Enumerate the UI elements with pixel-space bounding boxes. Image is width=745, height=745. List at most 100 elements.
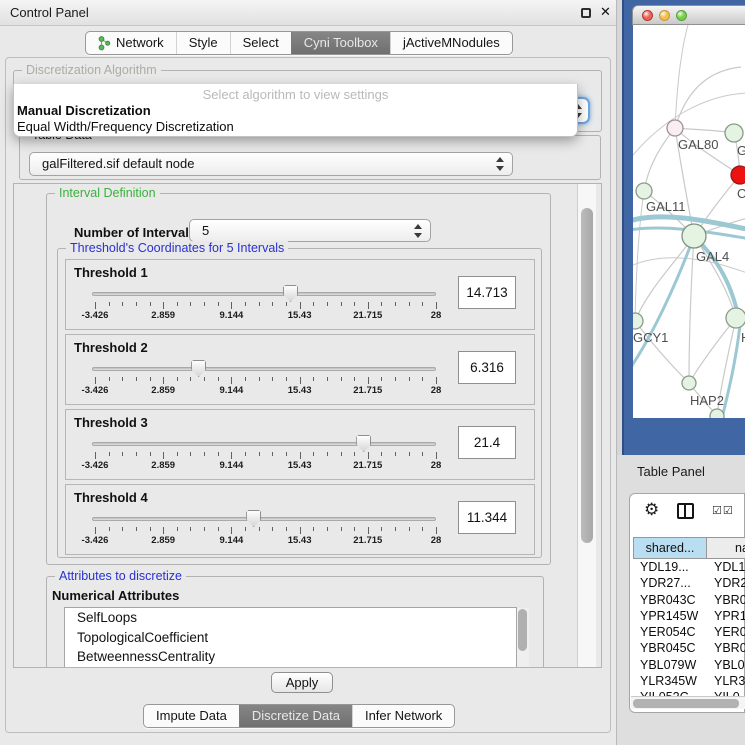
slider-thumb[interactable] [246, 510, 261, 527]
apply-button[interactable]: Apply [271, 672, 333, 693]
table-horizontal-scrollbar[interactable] [631, 696, 745, 709]
threshold-value-field[interactable]: 6.316 [458, 351, 516, 384]
network-view-window: GAL80GACGAL11GAL4HGCY1HAP2 [622, 0, 745, 457]
node[interactable] [726, 308, 745, 328]
table-row[interactable]: YPR145WYPR1 [633, 609, 745, 625]
group-title: Interval Definition [55, 186, 160, 201]
popup-item-equal-width-frequency[interactable]: Equal Width/Frequency Discretization [14, 119, 577, 135]
scrollbar-thumb[interactable] [518, 609, 527, 651]
minor-tick [272, 527, 273, 531]
minor-tick [286, 452, 287, 456]
tick-label: 9.144 [220, 535, 244, 546]
column-header-shared-name[interactable]: shared... [633, 537, 707, 559]
scrollbar-thumb[interactable] [581, 208, 593, 543]
close-icon[interactable]: ✕ [600, 4, 611, 20]
slider-track[interactable] [92, 292, 436, 296]
tick-label: 15.43 [288, 535, 312, 546]
major-tick [368, 527, 369, 534]
tab-jactivemnodules[interactable]: jActiveMNodules [390, 32, 512, 54]
major-tick [231, 527, 232, 534]
network-window-titlebar [632, 5, 745, 25]
slider-thumb[interactable] [191, 360, 206, 377]
table-row[interactable]: YDR27...YDR2 [633, 576, 745, 592]
control-panel: Control Panel ✕ Network Style Select Cyn… [0, 0, 617, 745]
cell-name: YER0 [714, 625, 745, 639]
network-edge[interactable] [635, 191, 644, 321]
network-edge[interactable] [675, 67, 741, 128]
threshold-value-field[interactable]: 11.344 [458, 501, 516, 534]
minor-tick [190, 302, 191, 306]
cell-name: YPR1 [714, 609, 745, 623]
close-traffic-light-icon[interactable] [642, 10, 653, 21]
table-row[interactable]: YER054CYER0 [633, 625, 745, 641]
split-column-icon[interactable] [677, 503, 694, 519]
network-edge[interactable] [633, 236, 694, 370]
slider-track[interactable] [92, 442, 436, 446]
tab-label: Cyni Toolbox [304, 32, 378, 54]
gcy1-node[interactable] [633, 313, 643, 329]
float-window-icon[interactable] [581, 8, 591, 18]
list-scrollbar[interactable] [517, 608, 529, 668]
popup-item-manual-discretization[interactable]: Manual Discretization [14, 103, 577, 119]
minor-tick [259, 302, 260, 306]
table-row[interactable]: YBL079WYBL0 [633, 658, 745, 674]
tick-label: -3.426 [82, 535, 109, 546]
scrollbar-thumb[interactable] [633, 699, 739, 708]
node-label: GCY1 [633, 330, 668, 345]
tab-impute-data[interactable]: Impute Data [144, 705, 239, 727]
slider-thumb[interactable] [283, 285, 298, 302]
tab-style[interactable]: Style [176, 32, 230, 54]
major-tick [300, 527, 301, 534]
gear-icon[interactable]: ⚙ [644, 500, 659, 520]
table-data-combo[interactable]: galFiltered.sif default node [29, 152, 513, 176]
cell-name: YBR0 [714, 593, 745, 607]
tab-infer-network[interactable]: Infer Network [352, 705, 454, 727]
zoom-traffic-light-icon[interactable] [676, 10, 687, 21]
minor-tick [190, 452, 191, 456]
number-of-intervals-combo[interactable]: 5 [189, 219, 431, 242]
node[interactable] [710, 409, 724, 418]
gal4-node[interactable] [682, 224, 706, 248]
cell-name: YBL0 [714, 658, 745, 672]
tab-label: Discretize Data [252, 705, 340, 727]
tab-select[interactable]: Select [230, 32, 291, 54]
minor-tick [122, 527, 123, 531]
tab-network[interactable]: Network [86, 32, 176, 54]
network-edge[interactable] [689, 236, 694, 383]
slider-track[interactable] [92, 367, 436, 371]
table-row[interactable]: YLR345WYLR3 [633, 674, 745, 690]
slider-track[interactable] [92, 517, 436, 521]
checkbox-icons[interactable]: ☑☑ [712, 504, 734, 517]
minimize-traffic-light-icon[interactable] [659, 10, 670, 21]
list-item[interactable]: SelfLoops [65, 608, 516, 628]
tick-label: 15.43 [288, 460, 312, 471]
threshold-value-field[interactable]: 21.4 [458, 426, 516, 459]
network-canvas[interactable]: GAL80GACGAL11GAL4HGCY1HAP2 [633, 25, 745, 418]
minor-tick [327, 302, 328, 306]
minor-tick [409, 527, 410, 531]
minor-tick [109, 527, 110, 531]
table-row[interactable]: YBR045CYBR0 [633, 641, 745, 657]
column-header-name[interactable]: na [707, 537, 745, 559]
slider-thumb[interactable] [356, 435, 371, 452]
major-tick [368, 377, 369, 384]
tab-discretize-data[interactable]: Discretize Data [239, 705, 352, 727]
node[interactable] [725, 124, 743, 142]
threshold-value-field[interactable]: 14.713 [458, 276, 516, 309]
list-item[interactable]: BetweennessCentrality [65, 647, 516, 667]
table-row[interactable]: YDL19...YDL1 [633, 560, 745, 576]
network-edge[interactable] [675, 25, 688, 128]
tab-cyni-toolbox[interactable]: Cyni Toolbox [291, 32, 390, 54]
minor-tick [395, 452, 396, 456]
gal80-node[interactable] [667, 120, 683, 136]
network-edge[interactable] [644, 128, 675, 191]
panel-scrollbar[interactable] [577, 184, 596, 667]
major-tick [163, 377, 164, 384]
list-item[interactable]: TopologicalCoefficient [65, 628, 516, 648]
hap2-node[interactable] [682, 376, 696, 390]
minor-tick [245, 527, 246, 531]
threshold-4-row: Threshold 4 -3.4262.8599.14415.4321.7152… [65, 484, 535, 555]
selected-red-node[interactable] [731, 166, 745, 184]
table-row[interactable]: YBR043CYBR0 [633, 593, 745, 609]
gal11-node[interactable] [636, 183, 652, 199]
